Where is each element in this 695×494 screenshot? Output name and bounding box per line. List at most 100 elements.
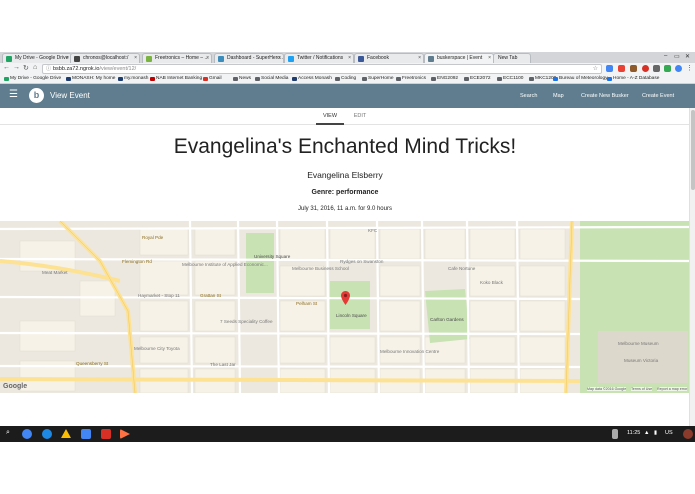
browser-tab[interactable]: Twitter / Notifications × (284, 53, 354, 63)
bookmark-item[interactable]: Access Monash (292, 75, 332, 83)
close-tab-icon[interactable]: × (134, 54, 137, 63)
home-icon[interactable]: ⌂ (33, 64, 37, 71)
nav-create-new-busker[interactable]: Create New Busker (581, 93, 629, 99)
hamburger-menu-icon[interactable]: ☰ (9, 90, 18, 100)
bookmark-item[interactable]: Bureau of Meteorology (553, 75, 608, 83)
extension-icon[interactable] (653, 65, 660, 72)
bookmark-star-icon[interactable]: ☆ (593, 65, 598, 73)
bookmark-item[interactable]: ENG2092 (431, 75, 458, 83)
close-tab-icon[interactable]: × (206, 54, 209, 63)
extension-icon[interactable] (664, 65, 671, 72)
browser-tab[interactable]: buskerspace | Event × (424, 53, 494, 63)
superhero-icon (218, 56, 224, 62)
map-label: KFC (368, 228, 378, 233)
browser-tab-label: Twitter / Notifications (297, 55, 344, 61)
gmail-icon[interactable] (101, 429, 111, 439)
forward-icon[interactable]: → (13, 64, 20, 71)
tab-edit[interactable]: EDIT (348, 113, 372, 119)
bookmark-item[interactable]: SuperHome (362, 75, 394, 83)
tabs-divider (0, 124, 689, 125)
buskerspace-logo[interactable]: b (29, 88, 44, 103)
battery-icon[interactable]: ▮ (654, 430, 657, 436)
bookmark-item[interactable]: my.monash (118, 75, 148, 83)
bookmark-label: ECC1100 (503, 76, 524, 81)
scrollbar-thumb[interactable] (691, 110, 695, 190)
map-label: Queensberry St (76, 361, 109, 366)
map-tiles (0, 221, 689, 393)
nav-search[interactable]: Search (520, 93, 537, 99)
map-label: Koko Black (480, 280, 503, 285)
browser-tab[interactable]: Dashboard - SuperHero... × (214, 53, 284, 63)
bookmark-item[interactable]: ECC1100 (497, 75, 523, 83)
event-title: Evangelina's Enchanted Mind Tricks! (173, 135, 517, 158)
bookmark-icon (431, 77, 436, 81)
close-tab-icon[interactable]: × (488, 54, 491, 63)
launcher-search-icon[interactable]: ⌕ (6, 429, 10, 437)
map-label: Haymarket - Stop 11 (138, 293, 180, 298)
event-location-map[interactable]: Melbourne Institute of Applied Economic.… (0, 221, 689, 393)
map-terms-link[interactable]: Terms of Use (631, 387, 653, 391)
bookmark-label: MONASH: My home (72, 76, 116, 81)
bookmark-label: Access Monash (298, 76, 332, 81)
bookmark-item[interactable]: Home - A-Z Database (607, 75, 659, 83)
extension-icon[interactable] (642, 65, 649, 72)
location-pin-icon[interactable] (341, 291, 350, 305)
bookmark-item[interactable]: Gmail (203, 75, 222, 83)
nav-map[interactable]: Map (553, 93, 564, 99)
new-tab[interactable]: New Tab (493, 53, 531, 63)
bookmark-item[interactable]: MONASH: My home (66, 75, 115, 83)
bookmark-icon (607, 77, 612, 81)
back-icon[interactable]: ← (3, 64, 10, 71)
close-tab-icon[interactable]: × (348, 54, 351, 63)
bookmark-item[interactable]: NAB Internet Banking (150, 75, 202, 83)
drive-icon (6, 56, 12, 62)
browser-tab[interactable]: Freetronics – Home – ... × (142, 53, 212, 63)
tab-view[interactable]: VIEW (316, 113, 344, 119)
browser-tab[interactable]: My Drive - Google Drive × (2, 53, 72, 63)
extension-icon[interactable] (675, 65, 682, 72)
extension-icon[interactable] (618, 65, 625, 72)
bookmark-item[interactable]: News (233, 75, 251, 83)
browser-tab[interactable]: chronos@localhost:/ × (70, 53, 140, 63)
close-window-icon[interactable]: ✕ (685, 53, 690, 60)
reload-icon[interactable]: ↻ (23, 64, 29, 72)
close-tab-icon[interactable]: × (66, 54, 69, 63)
bookmark-label: SuperHome (368, 76, 394, 81)
chrome-icon[interactable] (22, 429, 32, 439)
bookmark-label: ENG2092 (437, 76, 459, 81)
minimize-icon[interactable]: – (664, 53, 667, 59)
browser-tab-strip: My Drive - Google Drive × chronos@localhos… (0, 52, 695, 63)
avatar[interactable] (683, 429, 693, 439)
bookmark-item[interactable]: My Drive - Google Drive (4, 75, 61, 83)
close-tab-icon[interactable]: × (278, 54, 281, 63)
docs-icon[interactable] (81, 429, 91, 439)
extension-icon[interactable] (630, 65, 637, 72)
clock[interactable]: 11:25 (627, 430, 640, 436)
bookmark-item[interactable]: Freetronics (396, 75, 426, 83)
page-info-icon[interactable]: ⓘ (46, 65, 51, 73)
wifi-icon[interactable]: ▲ (644, 430, 649, 436)
bookmark-item[interactable]: Coding (335, 75, 356, 83)
keyboard-locale[interactable]: US (665, 430, 673, 436)
extension-icon[interactable] (606, 65, 613, 72)
browser-tab-label: Dashboard - SuperHero... (227, 55, 284, 61)
bookmark-item[interactable]: Social Media (255, 75, 288, 83)
url-input[interactable]: ⓘ bsbb.za72.ngrok.io/view/event/12/ ☆ (42, 64, 602, 74)
browser-tab[interactable]: Facebook × (354, 53, 424, 63)
menu-dots-icon[interactable]: ⋮ (686, 64, 693, 72)
bookmark-label: My Drive - Google Drive (10, 76, 62, 81)
bookmark-icon (335, 77, 340, 81)
close-tab-icon[interactable]: × (418, 54, 421, 63)
maximize-icon[interactable]: ▭ (674, 53, 680, 60)
page-scrollbar[interactable] (689, 108, 695, 426)
play-icon[interactable] (120, 429, 130, 439)
map-report-link[interactable]: Report a map error (657, 387, 688, 391)
bookmark-icon (497, 77, 502, 81)
nav-create-event[interactable]: Create Event (642, 93, 674, 99)
map-label: Melbourne Innovation Centre (380, 349, 440, 354)
drive-icon[interactable] (61, 429, 71, 438)
app-header: ☰ b View Event Search Map Create New Bus… (0, 84, 695, 108)
bookmark-item[interactable]: ECE2072 (464, 75, 491, 83)
files-icon[interactable] (42, 429, 52, 439)
map-label: University Square (254, 254, 291, 259)
